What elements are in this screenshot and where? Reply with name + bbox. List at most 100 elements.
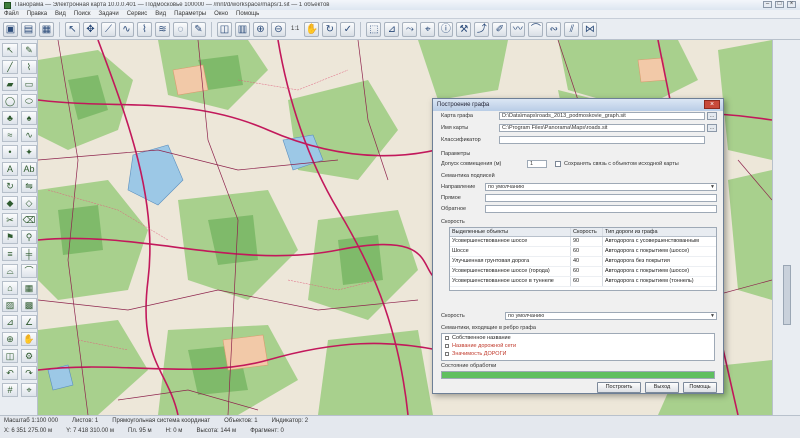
block-tool-icon[interactable]: ▦ — [21, 281, 37, 295]
menu-params[interactable]: Параметры — [174, 11, 206, 17]
rect-tool-icon[interactable]: ▭ — [21, 77, 37, 91]
split-icon[interactable]: ⫽ — [564, 21, 580, 37]
angle-tool-icon[interactable]: ∠ — [21, 315, 37, 329]
source-map-browse-button[interactable]: … — [707, 124, 717, 132]
menu-view2[interactable]: Вид — [155, 11, 166, 17]
bezier-icon[interactable]: ∾ — [546, 21, 562, 37]
speed-select[interactable]: по умолчанию ▼ — [505, 312, 717, 320]
print-icon[interactable]: ▦ — [39, 21, 54, 37]
arrow-tool-icon[interactable]: ↖ — [2, 43, 18, 57]
select-icon[interactable]: ⬚ — [366, 21, 382, 37]
source-map-field[interactable]: C:\Program Files\Panorama\Maps\roads.sit — [499, 124, 705, 132]
vertical-scrollbar[interactable] — [772, 40, 800, 415]
maximize-button[interactable]: □ — [775, 1, 784, 8]
list-item[interactable]: Название дорожной сети — [442, 342, 714, 350]
polyline-icon[interactable]: ⌇ — [137, 21, 152, 37]
pan-icon[interactable]: ✋ — [304, 21, 320, 37]
table-row[interactable]: Усовершенствованное шоссе 90 Автодорога … — [450, 237, 716, 247]
graph-map-browse-button[interactable]: … — [707, 112, 717, 120]
straight-field[interactable] — [485, 194, 717, 202]
mirror-tool-icon[interactable]: ⇋ — [21, 179, 37, 193]
stroke-icon[interactable]: 〰 — [510, 21, 526, 37]
arc-icon[interactable]: ⌒ — [528, 21, 544, 37]
forest-tool-icon[interactable]: ♠ — [21, 111, 37, 125]
measure-tool-icon[interactable]: ⊿ — [2, 315, 18, 329]
road-tool-icon[interactable]: ≡ — [2, 247, 18, 261]
table-row[interactable]: Усовершенствованное шоссе (города) 60 Ав… — [450, 267, 716, 277]
flag-tool-icon[interactable]: ⚑ — [2, 230, 18, 244]
undo-tool-icon[interactable]: ↶ — [2, 366, 18, 380]
scrollbar-thumb[interactable] — [783, 265, 791, 325]
direction-select[interactable]: по умолчанию ▼ — [485, 183, 717, 191]
menu-tasks[interactable]: Задачи — [99, 11, 119, 17]
info-icon[interactable]: ⓘ — [438, 21, 454, 37]
snap-tool-icon[interactable]: ⌖ — [21, 383, 37, 397]
track-icon[interactable]: ⤴ — [474, 21, 490, 37]
list-item[interactable]: Собственное название — [442, 334, 714, 342]
layers-tool-icon[interactable]: ◫ — [2, 349, 18, 363]
graph-map-field[interactable]: D:\Data\maps\roads_2013_podmoskovie_grap… — [499, 112, 705, 120]
checkbox-icon[interactable] — [445, 344, 449, 348]
hand-tool-icon[interactable]: ✋ — [21, 332, 37, 346]
tolerance-field[interactable]: 1 — [527, 160, 547, 168]
road-icon[interactable]: ≋ — [155, 21, 170, 37]
menu-search[interactable]: Поиск — [74, 11, 91, 17]
menu-file[interactable]: Файл — [4, 11, 19, 17]
table-row[interactable]: Улучшенная грунтовая дорога 40 Автодорог… — [450, 257, 716, 267]
polyline-tool-icon[interactable]: ⌇ — [21, 60, 37, 74]
reverse-field[interactable] — [485, 205, 717, 213]
checkbox-icon[interactable] — [445, 352, 449, 356]
exit-button[interactable]: Выход — [645, 382, 679, 393]
check-icon[interactable]: ✓ — [340, 21, 356, 37]
menu-edit[interactable]: Правка — [27, 11, 47, 17]
col-road-type[interactable]: Тип дороги из графа — [602, 228, 716, 236]
vertex-tool-icon[interactable]: ◆ — [2, 196, 18, 210]
curve-icon[interactable]: ∿ — [119, 21, 134, 37]
measure-icon[interactable]: ⊿ — [384, 21, 400, 37]
rail-tool-icon[interactable]: ╪ — [21, 247, 37, 261]
menu-window[interactable]: Окно — [214, 11, 228, 17]
minimize-button[interactable]: – — [763, 1, 772, 8]
zoom-tool-icon[interactable]: ⊕ — [2, 332, 18, 346]
keep-link-checkbox[interactable] — [555, 161, 561, 167]
table-row[interactable]: Шоссе 60 Автодорога с покрытием (шоссе) — [450, 247, 716, 257]
classifier-field[interactable] — [499, 136, 705, 144]
join-icon[interactable]: ⋈ — [582, 21, 598, 37]
dialog-close-button[interactable]: × — [704, 100, 720, 109]
build-button[interactable]: Построить — [597, 382, 641, 393]
brush-icon[interactable]: ✐ — [492, 21, 508, 37]
open-icon[interactable]: ▣ — [3, 21, 18, 37]
close-window-button[interactable]: × — [787, 1, 796, 8]
text-tool-icon[interactable]: A — [2, 162, 18, 176]
redo-tool-icon[interactable]: ↷ — [21, 366, 37, 380]
line-icon[interactable]: ⟋ — [101, 21, 116, 37]
grid-tool-icon[interactable]: # — [2, 383, 18, 397]
tunnel-tool-icon[interactable]: ⌒ — [21, 264, 37, 278]
refresh-icon[interactable]: ↻ — [322, 21, 338, 37]
menu-service[interactable]: Сервис — [127, 11, 148, 17]
symbol-tool-icon[interactable]: ✦ — [21, 145, 37, 159]
bridge-tool-icon[interactable]: ⌓ — [2, 264, 18, 278]
building-tool-icon[interactable]: ⌂ — [2, 281, 18, 295]
menu-help[interactable]: Помощь — [236, 11, 259, 17]
rotate-tool-icon[interactable]: ↻ — [2, 179, 18, 193]
checkbox-icon[interactable] — [445, 336, 449, 340]
zoom-out-icon[interactable]: ⊖ — [271, 21, 286, 37]
zoom-in-icon[interactable]: ⊕ — [253, 21, 268, 37]
fill-tool-icon[interactable]: ▩ — [21, 298, 37, 312]
route-icon[interactable]: ⤳ — [402, 21, 418, 37]
line-tool-icon[interactable]: ╱ — [2, 60, 18, 74]
tool-icon[interactable]: ⚒ — [456, 21, 472, 37]
circle-tool-icon[interactable]: ◯ — [2, 94, 18, 108]
node-tool-icon[interactable]: ◇ — [21, 196, 37, 210]
list-item[interactable]: Значимость ДОРОГИ — [442, 350, 714, 358]
edit-icon[interactable]: ✎ — [191, 21, 206, 37]
label-tool-icon[interactable]: Ab — [21, 162, 37, 176]
hatch-tool-icon[interactable]: ▨ — [2, 298, 18, 312]
cut-tool-icon[interactable]: ✂ — [2, 213, 18, 227]
pen-tool-icon[interactable]: ✎ — [21, 43, 37, 57]
contour-icon[interactable]: ◌ — [173, 21, 188, 37]
col-objects[interactable]: Выделенные объекты — [450, 228, 570, 236]
pointer-icon[interactable]: ↖ — [65, 21, 80, 37]
point-tool-icon[interactable]: • — [2, 145, 18, 159]
